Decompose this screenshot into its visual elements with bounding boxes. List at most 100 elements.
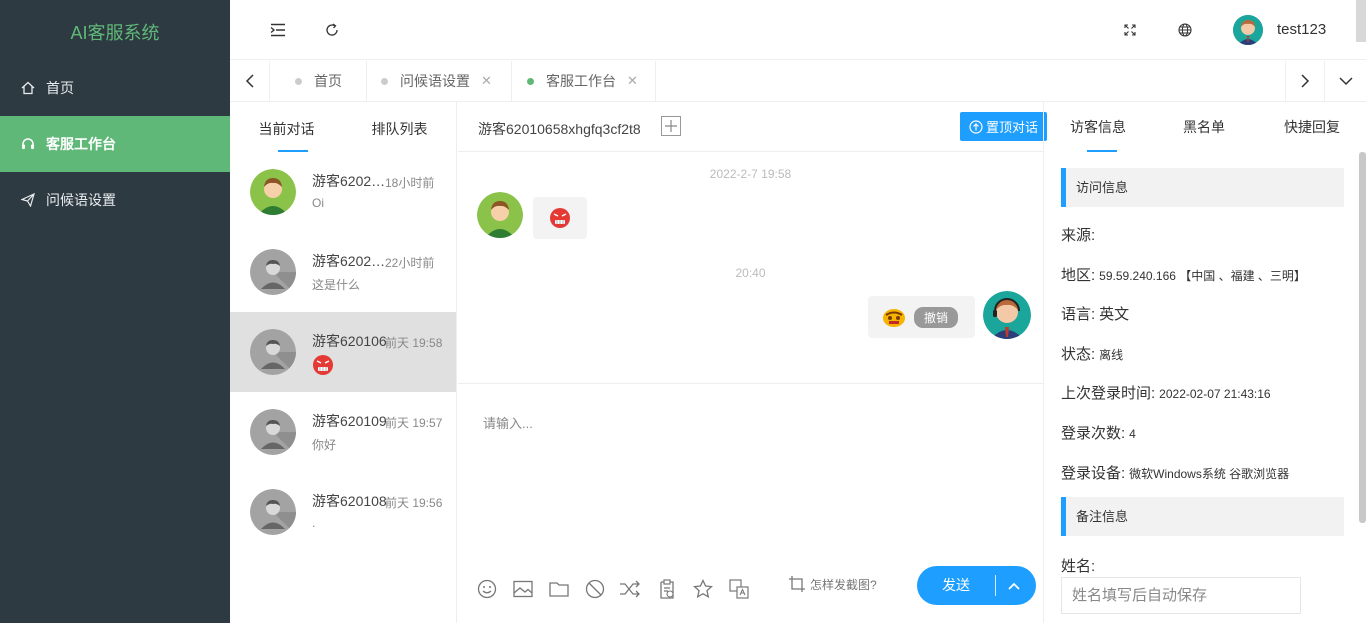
message-timestamp: 2022-2-7 19:58 (709, 167, 792, 181)
info-row-region: 地区: 59.59.240.166 【中国 、福建 、三明】 (1061, 264, 1306, 285)
angry-emoji-icon (312, 354, 334, 379)
chat-messages: 2022-2-7 19:58 20:40 撤销 (458, 152, 1043, 384)
message-timestamp: 20:40 (735, 266, 766, 280)
right-panel-scrollbar[interactable] (1359, 152, 1366, 523)
user-avatar[interactable] (1233, 15, 1263, 45)
menu-fold-icon[interactable] (268, 20, 288, 40)
info-label: 来源: (1061, 227, 1096, 244)
conversation-time: 前天 19:58 (385, 336, 443, 350)
send-label[interactable]: 发送 (917, 566, 995, 605)
conversation-name: 游客62027d... (312, 253, 388, 269)
pin-conversation-button[interactable]: 置顶对话 (960, 112, 1047, 141)
send-button[interactable]: 发送 (917, 566, 1036, 605)
avatar (250, 409, 296, 455)
conversation-tabs: 当前对话 排队列表 (230, 102, 456, 152)
refresh-icon[interactable] (322, 20, 342, 40)
tab-dot (527, 77, 534, 85)
info-row-login-count: 登录次数: 4 (1061, 422, 1136, 443)
conversation-item-selected[interactable]: 游客620106 前天 19:58 (230, 312, 456, 392)
tab-queue-list[interactable]: 排队列表 (343, 102, 456, 152)
tab-visitor-info[interactable]: 访客信息 (1070, 102, 1126, 152)
tab-greetings[interactable]: 问候语设置 ✕ (367, 61, 512, 101)
app: AI客服系统 首页 客服工作台 问候语设置 test123 首页 问候语设置 ✕… (0, 0, 1366, 623)
conversation-item[interactable]: 游客62027d... 22小时前 这是什么 (230, 232, 456, 312)
translate-icon[interactable] (728, 578, 750, 600)
send-icon (20, 192, 36, 208)
sidebar-item-home[interactable]: 首页 (0, 60, 230, 116)
conversation-item[interactable]: 游客6202b0... 18小时前 Oi (230, 152, 456, 232)
tab-label: 首页 (314, 73, 342, 89)
tab-quick-reply[interactable]: 快捷回复 (1284, 102, 1340, 152)
conversation-last-message: 这是什么 (312, 278, 361, 292)
tab-scroll-right-button[interactable] (1285, 61, 1325, 101)
top-header: test123 (230, 0, 1366, 60)
info-label: 登录次数: (1061, 425, 1126, 442)
info-row-language: 语言: 英文 (1061, 303, 1129, 324)
ban-icon[interactable] (584, 578, 606, 600)
visitor-info-panel: 访客信息 黑名单 快捷回复 访问信息 来源: 地区: 59.59.240.166 … (1043, 102, 1366, 623)
info-label: 状态: (1061, 346, 1096, 363)
sidebar-item-greetings[interactable]: 问候语设置 (0, 172, 230, 228)
right-panel-tabs: 访客信息 黑名单 快捷回复 (1044, 102, 1366, 152)
message-input-area[interactable]: 请输入... 怎样发截图? 发送 (458, 385, 1043, 623)
smile-icon[interactable] (476, 578, 498, 600)
conversation-last-message: 你好 (312, 438, 337, 452)
angry-emoji-icon (549, 207, 571, 229)
shuffle-icon[interactable] (619, 578, 641, 600)
close-icon[interactable]: ✕ (481, 73, 492, 89)
info-value: 离线 (1099, 348, 1124, 362)
folder-icon[interactable] (548, 578, 570, 600)
star-icon[interactable] (692, 578, 714, 600)
tab-dot (295, 77, 302, 85)
tab-dot (381, 77, 388, 85)
visitor-message-bubble (533, 197, 587, 239)
tab-label: 问候语设置 (400, 73, 470, 89)
close-icon[interactable]: ✕ (627, 73, 638, 89)
tab-workbench[interactable]: 客服工作台 ✕ (512, 61, 656, 101)
agent-message-bubble: 撤销 (868, 296, 975, 338)
home-icon (20, 80, 36, 96)
image-icon[interactable] (512, 578, 534, 600)
language-globe-icon[interactable] (1175, 20, 1195, 40)
fullscreen-icon[interactable] (1120, 20, 1140, 40)
add-icon[interactable] (661, 116, 681, 136)
conversation-time: 前天 19:56 (385, 496, 443, 510)
sidebar-item-label: 问候语设置 (46, 192, 116, 208)
screenshot-help-link[interactable]: 怎样发截图? (788, 575, 877, 593)
app-logo: AI客服系统 (70, 23, 160, 43)
visitor-avatar (477, 192, 523, 238)
recall-button[interactable]: 撤销 (914, 306, 959, 328)
conversation-name: 游客620106 (312, 333, 387, 349)
name-label: 姓名: (1061, 558, 1096, 575)
message-input[interactable]: 请输入... (483, 413, 533, 432)
pin-conversation-label: 置顶对话 (985, 120, 1038, 135)
agent-avatar (983, 291, 1031, 339)
visit-info-section-title: 访问信息 (1061, 168, 1344, 207)
visitor-name-input[interactable]: 姓名填写后自动保存 (1061, 577, 1301, 614)
sticker-emoji-icon (882, 306, 906, 328)
clipboard-icon[interactable] (656, 578, 678, 600)
conversation-panel: 当前对话 排队列表 游客6202b0... 18小时前 Oi 游客62027d.… (230, 102, 457, 623)
conversation-item[interactable]: 游客620108 前天 19:56 . (230, 472, 456, 552)
conversation-name: 游客6202b0... (312, 173, 388, 189)
tab-home[interactable]: 首页 (271, 61, 367, 101)
info-row-device: 登录设备: 微软Windows系统 谷歌浏览器 (1061, 462, 1289, 483)
tab-menu-dropdown-button[interactable] (1326, 61, 1366, 101)
conversation-item[interactable]: 游客620109 前天 19:57 你好 (230, 392, 456, 472)
chevron-up-icon[interactable] (1003, 575, 1025, 597)
user-name[interactable]: test123 (1277, 21, 1326, 38)
info-value: 微软Windows系统 谷歌浏览器 (1129, 467, 1290, 481)
sidebar-item-workbench[interactable]: 客服工作台 (0, 116, 230, 172)
conversation-time: 前天 19:57 (385, 416, 443, 430)
info-label: 语言: (1061, 306, 1096, 323)
info-label: 登录设备: (1061, 465, 1126, 482)
note-info-section-title: 备注信息 (1061, 497, 1344, 536)
tab-label: 客服工作台 (546, 73, 616, 89)
tab-blacklist[interactable]: 黑名单 (1183, 102, 1225, 152)
conversation-last-message: . (312, 516, 316, 530)
info-value: 英文 (1099, 306, 1130, 323)
avatar (250, 489, 296, 535)
tab-scroll-left-button[interactable] (230, 61, 270, 101)
tab-current-conversations[interactable]: 当前对话 (230, 102, 343, 152)
page-scrollbar-top[interactable] (1356, 0, 1366, 42)
